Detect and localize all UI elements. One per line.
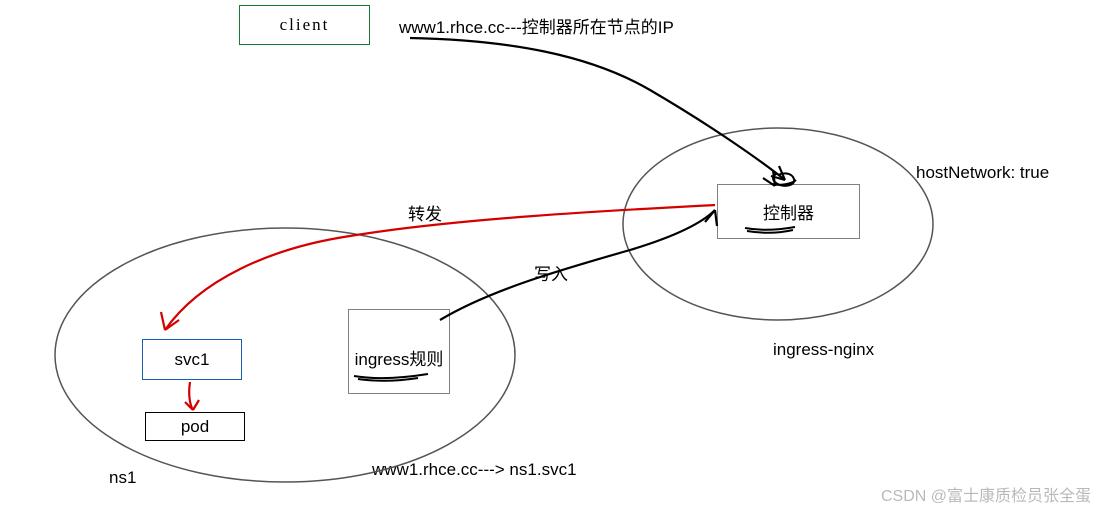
- controller-label: 控制器: [763, 199, 814, 224]
- arrow-svc1-to-pod: [189, 382, 193, 410]
- ingress-rule-label: ingress规则: [355, 345, 444, 370]
- pod-box: pod: [145, 412, 245, 441]
- forward-label: 转发: [408, 200, 442, 225]
- pod-label: pod: [181, 417, 209, 437]
- ns1-label: ns1: [109, 468, 136, 488]
- arrow-client-to-controller: [410, 38, 785, 180]
- host-network-label: hostNetwork: true: [916, 163, 1049, 183]
- ingress-rule-box: ingress规则: [348, 309, 450, 394]
- client-label: client: [280, 15, 330, 35]
- dns-note: www1.rhce.cc---控制器所在节点的IP: [399, 13, 674, 38]
- client-box: client: [239, 5, 370, 45]
- svc1-label: svc1: [175, 350, 210, 370]
- write-label: 写入: [534, 260, 568, 285]
- arrow-ingressrule-to-controller: [440, 210, 715, 320]
- controller-box: 控制器: [717, 184, 860, 239]
- svc1-box: svc1: [142, 339, 242, 380]
- routing-note: www1.rhce.cc---> ns1.svc1: [372, 460, 577, 480]
- watermark: CSDN @富士康质检员张全蛋: [881, 482, 1091, 506]
- ingress-nginx-label: ingress-nginx: [773, 340, 874, 360]
